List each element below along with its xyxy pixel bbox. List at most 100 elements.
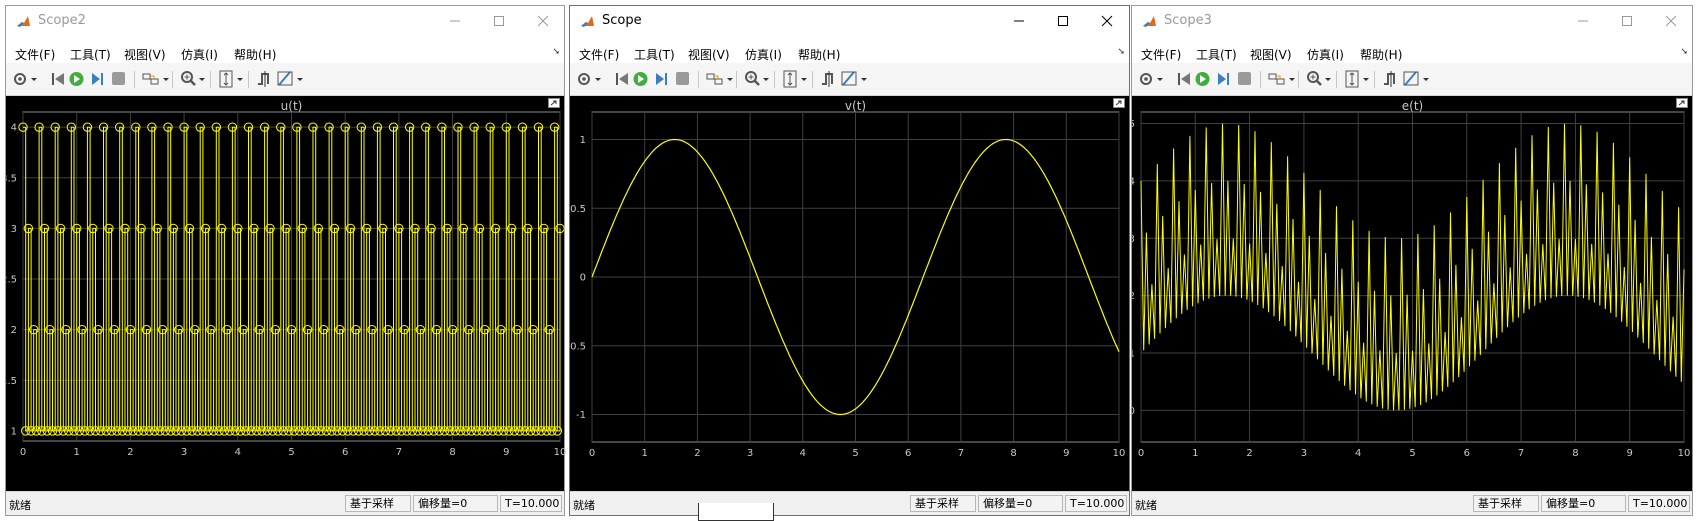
plot-title: e(t): [1402, 99, 1423, 113]
highlight-dropdown-arrow-icon[interactable]: [726, 69, 734, 89]
configuration-gear-icon[interactable]: [12, 69, 28, 89]
time-field: T=10.000: [1628, 495, 1690, 512]
run-icon[interactable]: [632, 69, 649, 89]
x-tick-label: 8: [1572, 448, 1578, 459]
scale-axes-icon[interactable]: [218, 69, 234, 89]
measurements-dropdown-arrow-icon[interactable]: [860, 69, 868, 89]
toolbar-dock-arrow-icon[interactable]: ➘: [552, 47, 560, 57]
cursor-measurements-icon[interactable]: [1402, 69, 1420, 89]
step-back-icon[interactable]: [50, 69, 66, 89]
scale-dropdown-arrow-icon[interactable]: [800, 69, 808, 89]
undock-icon[interactable]: [1676, 98, 1688, 108]
close-button[interactable]: [1660, 11, 1682, 31]
matlab-logo-icon: [17, 16, 30, 27]
step-back-icon[interactable]: [614, 69, 630, 89]
step-back-icon[interactable]: [1176, 69, 1192, 89]
toolbar-separator: [172, 71, 173, 88]
scale-dropdown-arrow-icon[interactable]: [236, 69, 244, 89]
configuration-gear-icon[interactable]: [576, 69, 592, 89]
configuration-gear-icon[interactable]: [1138, 69, 1154, 89]
menu-bar: 文件(F) 工具(T) 视图(V) 仿真(I) 帮助(H) ➘: [1132, 37, 1692, 63]
maximize-button[interactable]: [1052, 11, 1074, 31]
highlight-block-icon[interactable]: [706, 69, 724, 89]
toolbar-dock-arrow-icon[interactable]: ➘: [1680, 47, 1688, 57]
gear-dropdown-arrow-icon[interactable]: [30, 69, 38, 89]
menu-help[interactable]: 帮助(H): [1360, 46, 1402, 63]
menu-file[interactable]: 文件(F): [15, 46, 55, 63]
zoom-dropdown-arrow-icon[interactable]: [198, 69, 206, 89]
menu-view[interactable]: 视图(V): [688, 46, 730, 63]
title-bar[interactable]: Scope: [570, 6, 1129, 37]
step-forward-icon[interactable]: [1215, 69, 1231, 89]
stop-icon[interactable]: [110, 69, 126, 89]
status-bar: 就绪 基于采样 偏移量=0 T=10.000: [6, 491, 564, 515]
scope-window: Scope 文件(F) 工具(T) 视图(V) 仿真(I) 帮助(H) ➘ v(…: [566, 5, 1130, 516]
triggers-icon[interactable]: [1382, 69, 1398, 89]
zoom-in-icon[interactable]: [180, 69, 196, 89]
scale-axes-icon[interactable]: [1344, 69, 1360, 89]
menu-tools[interactable]: 工具(T): [634, 46, 675, 63]
x-tick-label: 6: [1464, 448, 1470, 459]
scale-dropdown-arrow-icon[interactable]: [1362, 69, 1370, 89]
menu-tools[interactable]: 工具(T): [70, 46, 111, 63]
cursor-measurements-icon[interactable]: [840, 69, 858, 89]
minimize-button[interactable]: [1572, 11, 1594, 31]
x-tick-label: 4: [800, 448, 806, 459]
stop-icon[interactable]: [1236, 69, 1252, 89]
measurements-dropdown-arrow-icon[interactable]: [1422, 69, 1430, 89]
menu-simulation[interactable]: 仿真(I): [181, 46, 218, 63]
run-icon[interactable]: [1194, 69, 1211, 89]
gear-dropdown-arrow-icon[interactable]: [1156, 69, 1164, 89]
menu-view[interactable]: 视图(V): [1250, 46, 1292, 63]
triggers-icon[interactable]: [820, 69, 836, 89]
y-tick-label: 1.5: [6, 376, 17, 387]
maximize-button[interactable]: [1616, 11, 1638, 31]
zoom-dropdown-arrow-icon[interactable]: [1324, 69, 1332, 89]
sample-based-field: 基于采样: [910, 495, 976, 512]
menu-simulation[interactable]: 仿真(I): [1307, 46, 1344, 63]
close-button[interactable]: [1096, 11, 1118, 31]
menu-file[interactable]: 文件(F): [1141, 46, 1181, 63]
menu-help[interactable]: 帮助(H): [798, 46, 840, 63]
measurements-dropdown-arrow-icon[interactable]: [296, 69, 304, 89]
toolbar-separator: [812, 71, 813, 88]
run-icon[interactable]: [68, 69, 85, 89]
menu-view[interactable]: 视图(V): [124, 46, 166, 63]
zoom-in-icon[interactable]: [1306, 69, 1322, 89]
maximize-button[interactable]: [488, 11, 510, 31]
close-button[interactable]: [532, 11, 554, 31]
title-bar[interactable]: Scope2: [6, 6, 564, 37]
x-tick-label: 1: [1192, 448, 1198, 459]
cursor-measurements-icon[interactable]: [276, 69, 294, 89]
stop-icon[interactable]: [674, 69, 690, 89]
undock-icon[interactable]: [548, 98, 560, 108]
triggers-icon[interactable]: [256, 69, 272, 89]
minimize-button[interactable]: [1008, 11, 1030, 31]
minimize-button[interactable]: [444, 11, 466, 31]
x-tick-label: 4: [1355, 448, 1361, 459]
time-field: T=10.000: [1065, 495, 1127, 512]
step-forward-icon[interactable]: [89, 69, 105, 89]
y-tick-label: 2: [1132, 291, 1135, 302]
x-tick-label: 2: [127, 447, 133, 458]
highlight-block-icon[interactable]: [142, 69, 160, 89]
window-resize-grip[interactable]: [698, 503, 774, 521]
title-bar[interactable]: Scope3: [1132, 6, 1692, 37]
highlight-dropdown-arrow-icon[interactable]: [162, 69, 170, 89]
scale-axes-icon[interactable]: [782, 69, 798, 89]
gear-dropdown-arrow-icon[interactable]: [594, 69, 602, 89]
step-forward-icon[interactable]: [653, 69, 669, 89]
toolbar: [570, 63, 1129, 96]
highlight-dropdown-arrow-icon[interactable]: [1288, 69, 1296, 89]
highlight-block-icon[interactable]: [1268, 69, 1286, 89]
menu-help[interactable]: 帮助(H): [234, 46, 276, 63]
menu-file[interactable]: 文件(F): [579, 46, 619, 63]
plot-area: e(t) 0 1 2 3 4 5 6 7 8 9 10 0 1 2 3 4 5: [1129, 96, 1692, 492]
menu-tools[interactable]: 工具(T): [1196, 46, 1237, 63]
menu-simulation[interactable]: 仿真(I): [745, 46, 782, 63]
toolbar-dock-arrow-icon[interactable]: ➘: [1117, 47, 1125, 57]
undock-icon[interactable]: [1113, 98, 1125, 108]
menu-bar: 文件(F) 工具(T) 视图(V) 仿真(I) 帮助(H) ➘: [6, 37, 564, 63]
zoom-dropdown-arrow-icon[interactable]: [762, 69, 770, 89]
zoom-in-icon[interactable]: [744, 69, 760, 89]
